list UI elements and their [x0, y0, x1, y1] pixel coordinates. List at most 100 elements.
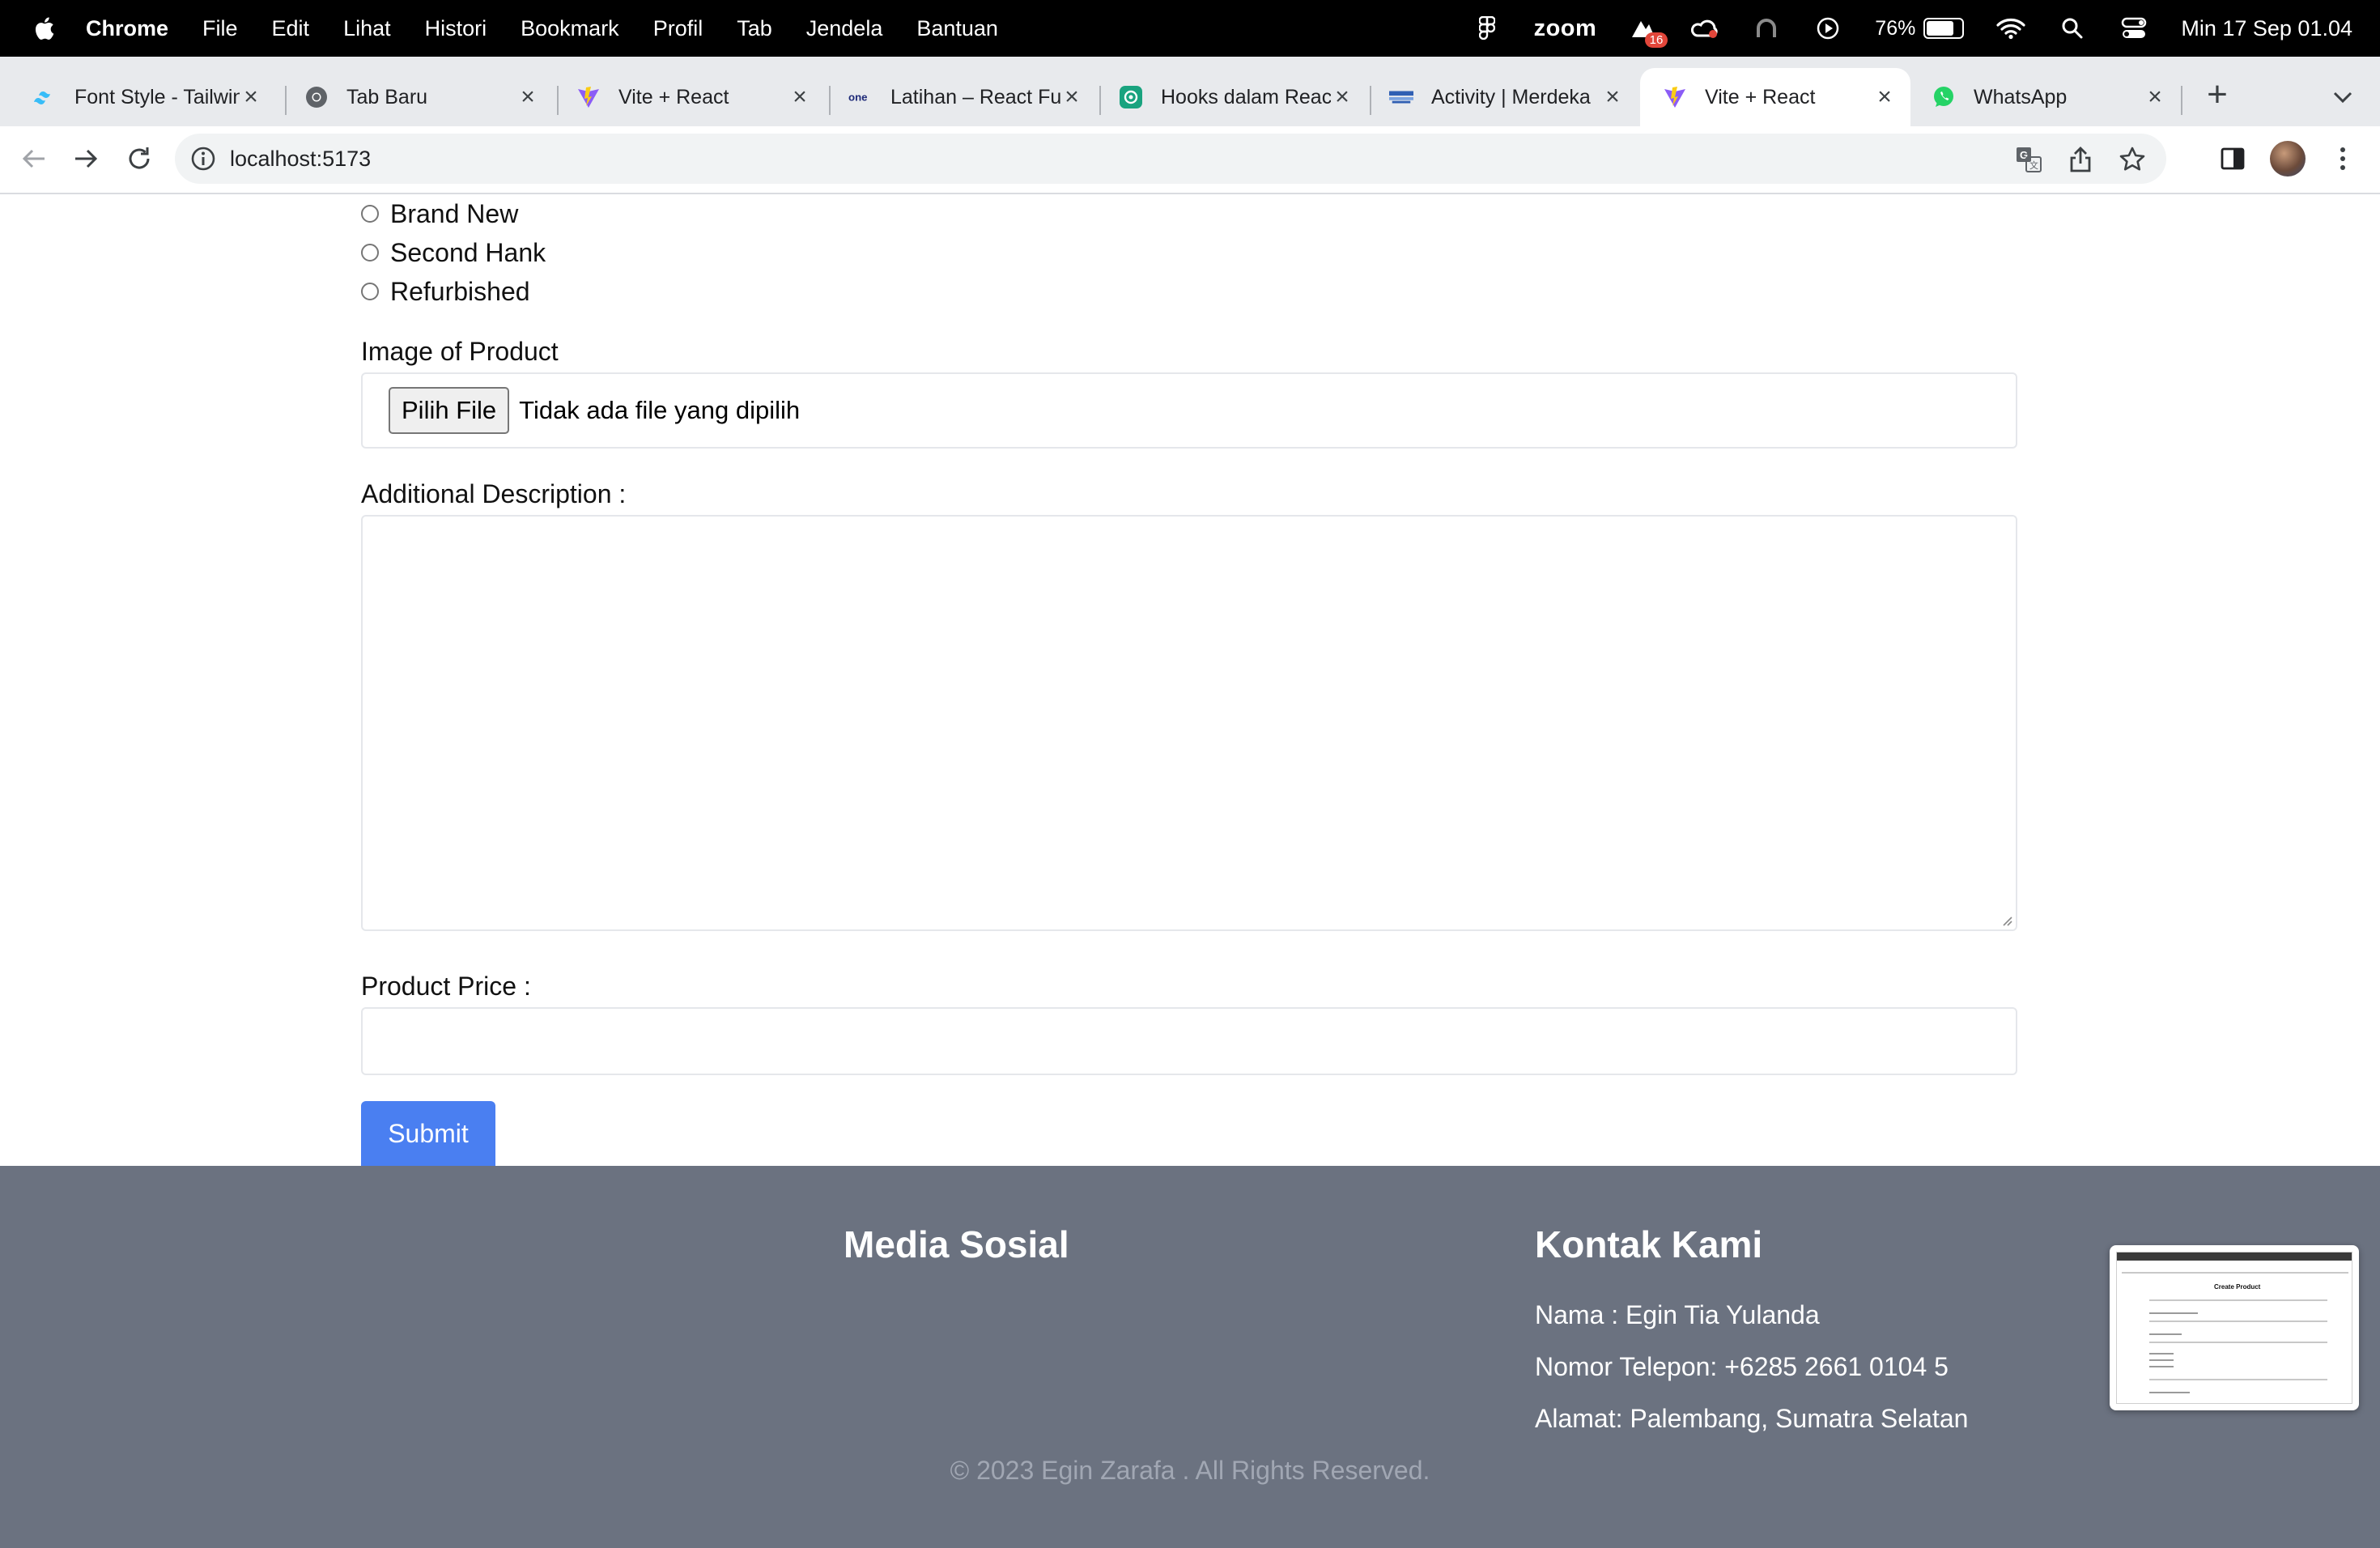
apple-icon[interactable]	[32, 15, 55, 41]
whatsapp-icon	[1932, 85, 1956, 109]
thumbnail-topbar	[2117, 1252, 2352, 1261]
tab-title: WhatsApp	[1974, 85, 2068, 108]
tab-search-chevron-icon[interactable]	[2327, 81, 2359, 113]
resize-handle-icon[interactable]	[2000, 913, 2012, 926]
tab-hooks-react[interactable]: Hooks dalam React ×	[1096, 68, 1368, 126]
menu-file[interactable]: File	[202, 16, 238, 41]
tab-vite-react-1[interactable]: Vite + React ×	[554, 68, 826, 126]
close-tab-icon[interactable]: ×	[240, 85, 262, 109]
radio-brand-new[interactable]: Brand New	[361, 194, 546, 233]
menu-bar: Chrome File Edit Lihat Histori Bookmark …	[0, 0, 2380, 57]
reload-button[interactable]	[121, 141, 157, 176]
new-tab-button[interactable]: +	[2197, 76, 2238, 117]
figma-icon[interactable]	[1473, 14, 1502, 43]
svg-text:one: one	[848, 91, 868, 103]
tab-whatsapp[interactable]: WhatsApp ×	[1909, 68, 2181, 126]
share-icon[interactable]	[2064, 143, 2097, 176]
close-tab-icon[interactable]: ×	[1601, 85, 1624, 109]
tab-vite-react-active[interactable]: Vite + React ×	[1640, 68, 1910, 126]
tab-title: Vite + React	[1705, 85, 1816, 108]
radio-button[interactable]	[361, 205, 379, 223]
menu-edit[interactable]: Edit	[272, 16, 310, 41]
thumbnail-line	[2149, 1366, 2174, 1367]
app-notification-icon[interactable]: 16	[1629, 14, 1668, 48]
tailwind-icon	[32, 85, 57, 109]
menu-view[interactable]: Lihat	[343, 16, 391, 41]
address-bar[interactable]: localhost:5173 G文	[175, 134, 2166, 184]
social-media-heading: Media Sosial	[844, 1223, 1069, 1265]
battery-percent: 76%	[1875, 16, 1916, 40]
radio-second-hank[interactable]: Second Hank	[361, 233, 546, 272]
thumbnail-title: Create Product	[2214, 1283, 2261, 1291]
tab-font-style[interactable]: Font Style - Tailwind ×	[10, 68, 277, 126]
screenshot-thumbnail[interactable]: Create Product	[2110, 1245, 2359, 1410]
headphones-icon[interactable]	[1752, 14, 1781, 43]
site-info-icon[interactable]	[189, 145, 217, 172]
contact-name: Nama : Egin Tia Yulanda	[1535, 1300, 1820, 1329]
radio-button[interactable]	[361, 283, 379, 300]
creative-cloud-icon[interactable]	[1690, 14, 1719, 43]
wifi-icon[interactable]	[1996, 14, 2025, 43]
product-condition-group: Brand New Second Hank Refurbished	[361, 194, 546, 311]
tab-activity-merdeka[interactable]: Activity | Merdeka ×	[1366, 68, 1638, 126]
radio-label: Refurbished	[390, 276, 530, 306]
image-file-input[interactable]: Pilih File Tidak ada file yang dipilih	[361, 372, 2017, 449]
contact-phone: Nomor Telepon: +6285 2661 0104 5	[1535, 1352, 1949, 1381]
bookmark-star-icon[interactable]	[2116, 143, 2148, 176]
thumbnail-line	[2149, 1392, 2190, 1393]
tab-title: Vite + React	[618, 85, 729, 108]
close-tab-icon[interactable]: ×	[2144, 85, 2166, 109]
menu-tab[interactable]: Tab	[737, 16, 772, 41]
contact-heading: Kontak Kami	[1535, 1223, 1763, 1265]
thumbnail-line	[2149, 1359, 2174, 1361]
more-menu-icon[interactable]	[2325, 141, 2361, 176]
tab-title: Activity | Merdeka	[1431, 85, 1591, 108]
menu-history[interactable]: Histori	[425, 16, 487, 41]
clock[interactable]: Min 17 Sep 01.04	[2181, 16, 2352, 41]
browser-toolbar: localhost:5173 G文	[0, 126, 2380, 194]
forward-button[interactable]	[68, 141, 104, 176]
close-tab-icon[interactable]: ×	[1060, 85, 1083, 109]
radio-button[interactable]	[361, 244, 379, 262]
spotlight-search-icon[interactable]	[2058, 14, 2087, 43]
tab-title: Font Style - Tailwind	[74, 85, 240, 108]
back-button[interactable]	[16, 141, 52, 176]
close-tab-icon[interactable]: ×	[1331, 85, 1354, 109]
translate-icon[interactable]: G文	[2012, 143, 2045, 176]
radio-refurbished[interactable]: Refurbished	[361, 272, 546, 311]
description-textarea[interactable]	[361, 515, 2017, 931]
close-tab-icon[interactable]: ×	[1873, 85, 1896, 109]
price-input[interactable]	[361, 1007, 2017, 1075]
thumbnail-line	[2149, 1299, 2327, 1301]
url-text[interactable]: localhost:5173	[230, 147, 371, 172]
vite-icon	[1663, 85, 1687, 109]
vite-icon	[576, 85, 601, 109]
menu-profile[interactable]: Profil	[653, 16, 703, 41]
notification-badge: 16	[1644, 32, 1668, 48]
thumbnail-line	[2149, 1353, 2174, 1354]
submit-button[interactable]: Submit	[361, 1101, 495, 1166]
side-panel-icon[interactable]	[2215, 141, 2250, 176]
tab-latihan-react[interactable]: one Latihan – React Fu ×	[826, 68, 1098, 126]
play-circle-icon[interactable]	[1813, 14, 1842, 43]
menu-bookmark[interactable]: Bookmark	[521, 16, 619, 41]
battery-icon	[1923, 18, 1965, 39]
menu-window[interactable]: Jendela	[806, 16, 883, 41]
zoom-menu-icon[interactable]: zoom	[1534, 15, 1597, 42]
copyright-text: © 2023 Egin Zarafa . All Rights Reserved…	[950, 1456, 1430, 1485]
app-name[interactable]: Chrome	[86, 16, 168, 41]
control-center-icon[interactable]	[2119, 14, 2148, 43]
merdeka-icon	[1389, 85, 1413, 109]
close-tab-icon[interactable]: ×	[788, 85, 811, 109]
oneb-icon: one	[848, 85, 873, 109]
choose-file-button[interactable]: Pilih File	[389, 387, 510, 434]
image-label: Image of Product	[361, 337, 559, 366]
tab-new-tab[interactable]: Tab Baru ×	[282, 68, 554, 126]
close-tab-icon[interactable]: ×	[516, 85, 539, 109]
openai-icon	[1119, 85, 1143, 109]
chrome-icon	[304, 85, 329, 109]
profile-avatar[interactable]	[2270, 141, 2306, 176]
radio-label: Brand New	[390, 198, 519, 228]
menu-help[interactable]: Bantuan	[916, 16, 998, 41]
battery-indicator[interactable]: 76%	[1875, 16, 1965, 40]
